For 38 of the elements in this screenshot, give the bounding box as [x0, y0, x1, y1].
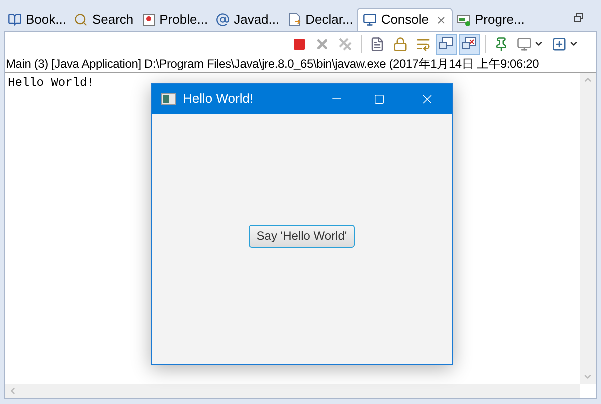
tab[interactable]: Book...	[4, 8, 70, 31]
problems-icon	[142, 12, 156, 26]
tab[interactable]: Declar...	[284, 8, 358, 31]
at-icon	[216, 12, 230, 26]
progress-icon	[457, 12, 472, 26]
lock-icon	[393, 36, 408, 52]
horizontal-scrollbar[interactable]	[5, 384, 580, 398]
tab[interactable]: Search	[70, 8, 138, 31]
monitor-icon	[363, 13, 378, 27]
caret-icon	[569, 39, 579, 49]
maximize-icon[interactable]	[374, 94, 385, 104]
caret-icon	[534, 39, 544, 49]
double-close-icon	[338, 36, 353, 52]
close-icon[interactable]	[436, 14, 448, 26]
window-icon	[161, 93, 176, 105]
console-output: Hello World!	[7, 75, 96, 92]
wrap-icon	[416, 36, 431, 52]
dialog-title: Hello World!	[183, 90, 254, 108]
restore-icon[interactable]	[574, 13, 584, 23]
toolbar-button[interactable]	[459, 34, 480, 54]
process-label: Main (3) [Java Application] D:\Program Files\Java\jre.8.0_65\bin\javaw.exe (2017年1月14日 上午9:06:20	[5, 56, 596, 73]
monitor-icon	[517, 36, 532, 52]
pin-icon	[494, 36, 509, 52]
tab[interactable]: Console	[357, 8, 454, 31]
monitor-icon	[439, 36, 454, 52]
stop-icon	[292, 36, 307, 52]
search-icon	[74, 12, 88, 26]
tab[interactable]: Proble...	[138, 8, 212, 31]
tab[interactable]: Javad...	[212, 8, 284, 31]
tab[interactable]: Progre...	[453, 8, 529, 31]
new-window-icon	[552, 36, 567, 52]
close-icon	[315, 36, 330, 52]
document-icon	[288, 12, 302, 26]
document-icon	[370, 36, 385, 52]
monitor-icon	[462, 36, 477, 52]
say-hello-button[interactable]: Say 'Hello World'	[248, 224, 356, 248]
toolbar-button[interactable]	[436, 34, 457, 54]
book-icon	[8, 12, 22, 26]
